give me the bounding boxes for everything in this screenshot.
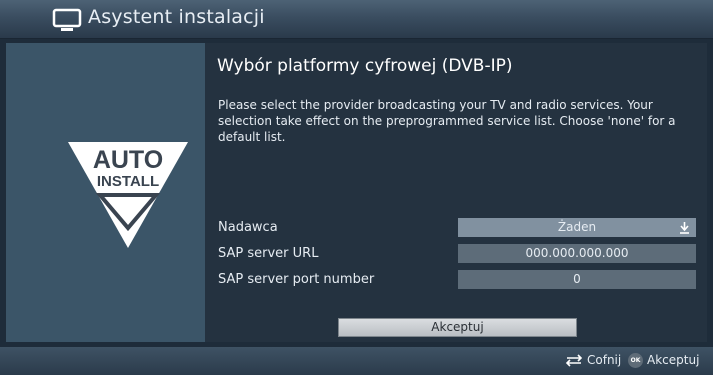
dropdown-arrow-icon[interactable] — [679, 218, 690, 240]
accept-hint-label: Akceptuj — [647, 353, 700, 367]
logo-line-auto: AUTO — [92, 146, 164, 174]
page-title: Asystent instalacji — [88, 6, 265, 28]
tv-icon — [52, 8, 82, 31]
section-heading: Wybór platformy cyfrowej (DVB-IP) — [217, 56, 513, 76]
logo-line-install: INSTALL — [96, 173, 160, 190]
provider-value: Żaden — [557, 220, 597, 234]
back-icon[interactable] — [564, 354, 584, 367]
sap-url-label: SAP server URL — [218, 246, 319, 261]
description-text: Please select the provider broadcasting … — [218, 98, 676, 144]
sap-url-field[interactable]: 000.000.000.000 — [458, 244, 696, 263]
auto-install-logo: AUTO INSTALL — [66, 140, 190, 250]
accept-button[interactable]: Akceptuj — [338, 318, 577, 337]
title-bar: Asystent instalacji — [0, 0, 713, 39]
ok-button-icon[interactable]: OK — [628, 353, 643, 368]
sap-port-label: SAP server port number — [218, 272, 375, 287]
provider-select[interactable]: Żaden — [458, 218, 696, 237]
sap-port-field[interactable]: 0 — [458, 270, 696, 289]
back-hint-label: Cofnij — [587, 353, 622, 367]
footer-bar: Cofnij OK Akceptuj — [0, 347, 713, 375]
provider-label: Nadawca — [218, 220, 278, 235]
main-panel — [205, 43, 707, 342]
